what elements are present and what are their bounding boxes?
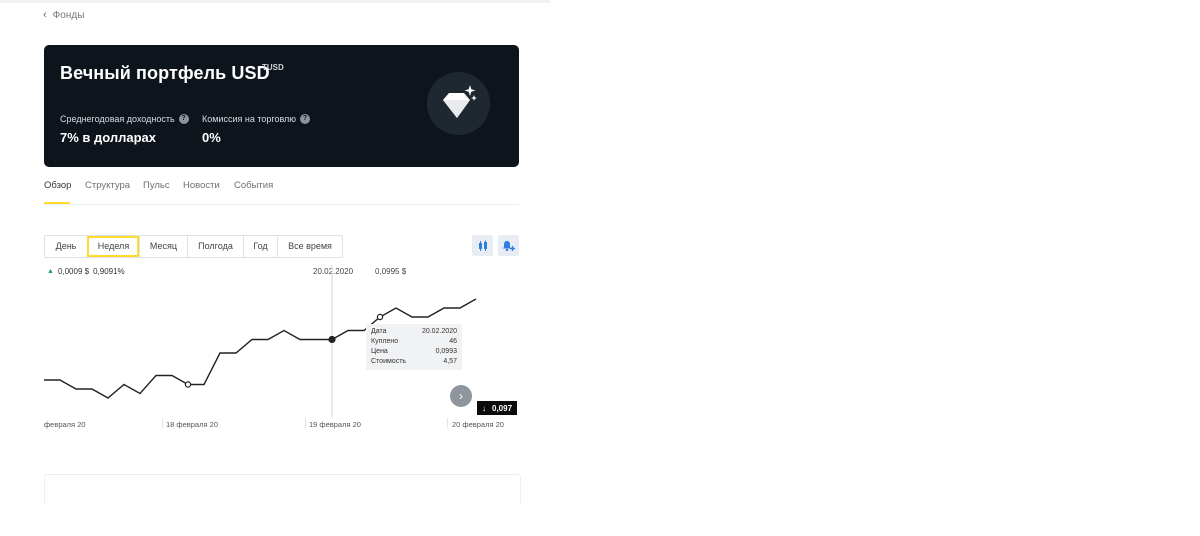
diamond-sparkle-icon xyxy=(443,85,477,118)
price-alert-button[interactable] xyxy=(498,235,519,256)
tab-overview[interactable]: Обзор xyxy=(44,180,71,191)
active-tab-indicator xyxy=(44,202,70,204)
x-axis-label: 20 февраля 20 xyxy=(452,420,504,429)
tab-news[interactable]: Новости xyxy=(183,180,220,191)
fund-badge xyxy=(427,72,490,135)
stat-yield: Среднегодовая доходность ? 7% в долларах xyxy=(60,114,189,145)
tooltip-label: Дата xyxy=(371,328,387,335)
period-all-time[interactable]: Все время xyxy=(277,236,342,257)
chart-next-button[interactable]: › xyxy=(450,385,472,407)
tab-bar: Обзор Структура Пульс Новости События xyxy=(44,170,519,205)
compare-button[interactable] xyxy=(472,235,493,256)
stat-yield-value: 7% в долларах xyxy=(60,130,157,145)
tab-structure[interactable]: Структура xyxy=(85,180,130,191)
tab-events[interactable]: События xyxy=(234,180,273,191)
x-axis-tick xyxy=(305,418,306,428)
tooltip-value: 46 xyxy=(449,338,457,345)
tooltip-row: Куплено 46 xyxy=(371,337,457,347)
x-axis-label: 18 февраля 20 xyxy=(166,420,218,429)
tooltip-row: Стоимость 4,57 xyxy=(371,357,457,367)
fund-title: Вечный портфель USD xyxy=(60,63,270,83)
trade-tooltip: Дата 20.02.2020 Куплено 46 Цена 0,0993 С… xyxy=(366,324,462,370)
x-axis-label: 19 февраля 20 xyxy=(309,420,361,429)
chevron-right-icon: › xyxy=(459,389,463,403)
trade-marker[interactable] xyxy=(184,381,192,388)
trade-marker[interactable] xyxy=(376,313,384,321)
cursor-point[interactable] xyxy=(328,335,336,344)
x-axis-tick xyxy=(162,418,163,428)
fund-header-card: Вечный портфель USD TUSD Среднегодовая д… xyxy=(44,45,519,167)
tooltip-value: 20.02.2020 xyxy=(421,328,457,335)
tooltip-row: Цена 0,0993 xyxy=(371,347,457,357)
chevron-left-icon: ‹ xyxy=(43,9,47,21)
x-axis-tick xyxy=(447,418,448,428)
last-price-tag: ↓ 0,097 xyxy=(477,401,518,415)
price-chart[interactable]: ▲ 0,0009 $ 0,9091% 20.02.2020 0,0995 $ Д… xyxy=(44,262,520,437)
bell-plus-icon xyxy=(503,240,515,251)
tooltip-label: Куплено xyxy=(371,338,399,345)
last-price-value: 0,097 xyxy=(492,403,513,413)
help-icon[interactable]: ? xyxy=(178,114,189,124)
period-day[interactable]: День xyxy=(45,236,87,257)
content-card xyxy=(44,474,521,505)
tooltip-value: 0,0993 xyxy=(435,348,457,355)
tooltip-value: 4,57 xyxy=(443,358,457,365)
tab-pulse[interactable]: Пульс xyxy=(143,180,170,191)
stat-commission-label: Комиссия на торговлю xyxy=(202,114,297,124)
help-icon[interactable]: ? xyxy=(300,114,311,124)
period-selector: День Неделя Месяц Полгода Год Все время xyxy=(44,235,343,258)
x-axis-label: февраля 20 xyxy=(44,420,86,429)
stat-yield-label: Среднегодовая доходность xyxy=(60,114,175,124)
period-year[interactable]: Год xyxy=(243,236,277,257)
back-link[interactable]: ‹ Фонды xyxy=(43,9,85,22)
back-link-label: Фонды xyxy=(52,10,85,21)
arrow-down-icon: ↓ xyxy=(482,403,486,413)
period-month[interactable]: Месяц xyxy=(139,236,187,257)
compare-icon xyxy=(478,240,487,251)
tooltip-label: Цена xyxy=(371,348,388,355)
stat-commission: Комиссия на торговлю ? 0% xyxy=(202,114,311,145)
fund-ticker: TUSD xyxy=(262,63,284,72)
tooltip-label: Стоимость xyxy=(371,358,407,365)
tooltip-row: Дата 20.02.2020 xyxy=(371,327,457,337)
period-week[interactable]: Неделя xyxy=(87,236,139,257)
stat-commission-value: 0% xyxy=(202,130,221,145)
period-halfyear[interactable]: Полгода xyxy=(187,236,243,257)
top-divider xyxy=(0,0,550,3)
